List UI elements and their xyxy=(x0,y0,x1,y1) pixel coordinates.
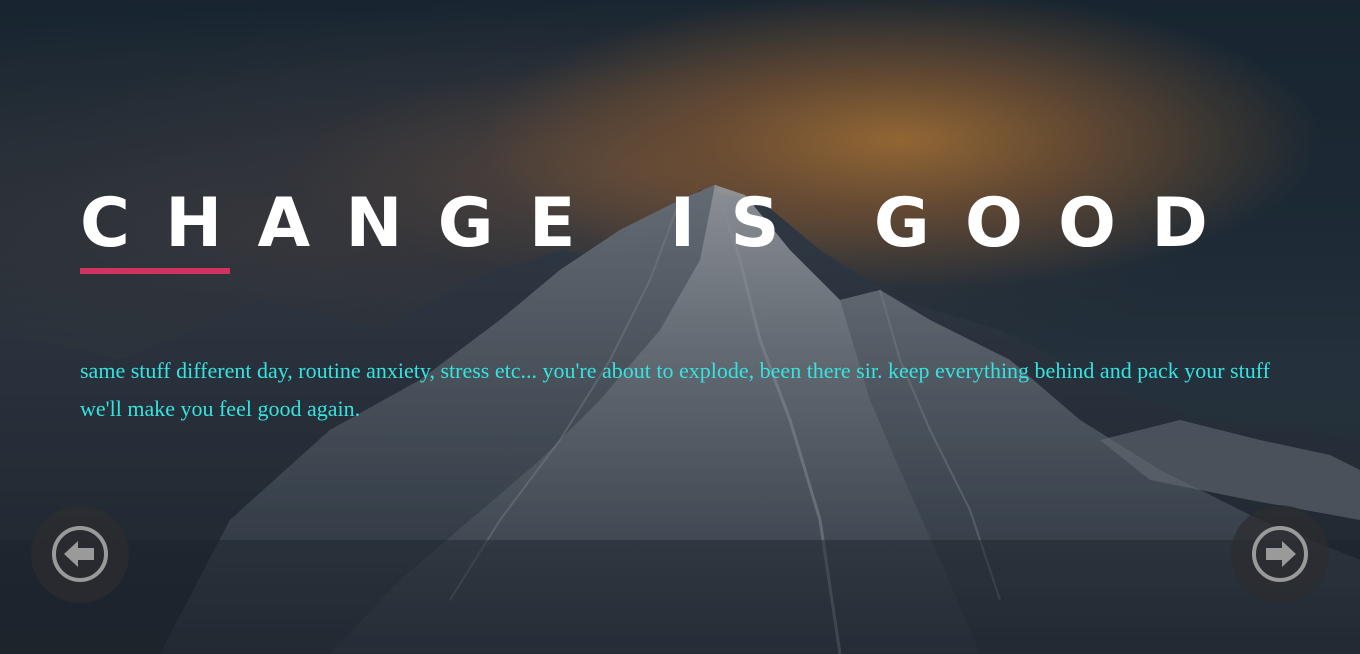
previous-slide-button[interactable] xyxy=(31,505,129,603)
next-slide-button[interactable] xyxy=(1231,505,1329,603)
arrow-right-circle-icon xyxy=(1252,526,1308,582)
arrow-left-circle-icon xyxy=(52,526,108,582)
hero-tagline: same stuff different day, routine anxiet… xyxy=(80,358,1270,421)
title-accent-underline xyxy=(80,268,230,274)
hero-title: CHANGE IS GOOD xyxy=(80,184,1244,263)
hero-content: CHANGE IS GOOD same stuff different day,… xyxy=(80,180,1290,428)
hero-slide: CHANGE IS GOOD same stuff different day,… xyxy=(0,0,1360,654)
